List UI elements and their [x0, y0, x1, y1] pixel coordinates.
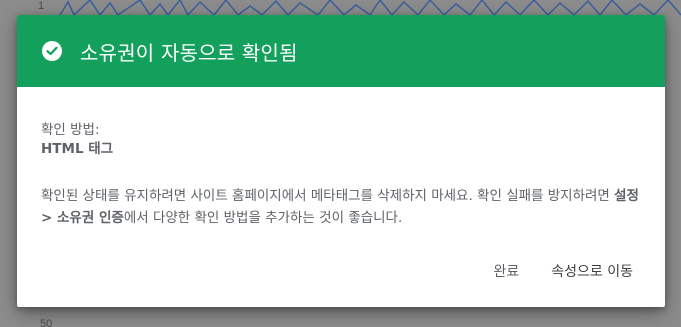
description-text-end: 에서 다양한 확인 방법을 추가하는 것이 좋습니다.	[123, 210, 403, 226]
dialog-title: 소유권이 자동으로 확인됨	[80, 40, 298, 65]
chart-y-tick: 50	[40, 318, 53, 327]
ownership-verified-dialog: 소유권이 자동으로 확인됨 확인 방법: HTML 태그 확인된 상태를 유지하…	[17, 15, 665, 307]
verification-method-value: HTML 태그	[41, 141, 114, 157]
dialog-header: 소유권이 자동으로 확인됨	[17, 15, 665, 87]
check-circle-icon	[42, 41, 62, 61]
verification-method-label: 확인 방법:	[41, 122, 100, 138]
done-button[interactable]: 완료	[478, 253, 536, 289]
dialog-actions: 완료 속성으로 이동	[478, 253, 642, 289]
dialog-body: 확인 방법: HTML 태그 확인된 상태를 유지하려면 사이트 홈페이지에서 …	[17, 87, 665, 229]
go-to-property-button[interactable]: 속성으로 이동	[535, 253, 641, 289]
chart-y-tick: 1	[38, 0, 45, 12]
description-text: 확인된 상태를 유지하려면 사이트 홈페이지에서 메타태그를 삭제하지 마세요.…	[41, 188, 615, 204]
dialog-description: 확인된 상태를 유지하려면 사이트 홈페이지에서 메타태그를 삭제하지 마세요.…	[41, 185, 645, 229]
